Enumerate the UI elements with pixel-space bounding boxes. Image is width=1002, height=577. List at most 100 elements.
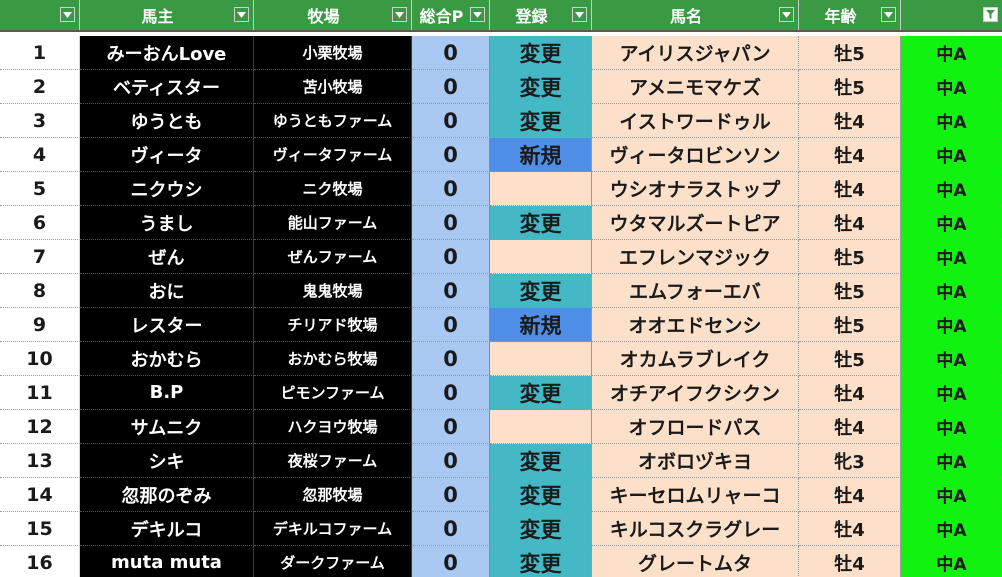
row-number-cell[interactable]: 11 (0, 376, 80, 410)
farm-cell[interactable]: ぜんファーム (254, 240, 412, 274)
row-number-cell[interactable]: 3 (0, 104, 80, 138)
registration-cell[interactable]: 変更 (490, 206, 592, 240)
points-cell[interactable]: 0 (412, 70, 490, 104)
class-cell[interactable]: 中A (901, 240, 1002, 274)
farm-cell[interactable]: 鬼鬼牧場 (254, 274, 412, 308)
age-cell[interactable]: 牡4 (799, 376, 901, 410)
filter-dropdown-icon[interactable] (392, 7, 407, 22)
header-farm[interactable]: 牧場 (254, 0, 412, 30)
points-cell[interactable]: 0 (412, 478, 490, 512)
class-cell[interactable]: 中A (901, 70, 1002, 104)
row-number-cell[interactable]: 12 (0, 410, 80, 444)
horse-name-cell[interactable]: エフレンマジック (592, 240, 799, 274)
filter-dropdown-icon[interactable] (779, 7, 794, 22)
points-cell[interactable]: 0 (412, 512, 490, 546)
header-age[interactable]: 年齢 (799, 0, 901, 30)
points-cell[interactable]: 0 (412, 308, 490, 342)
age-cell[interactable]: 牡4 (799, 478, 901, 512)
points-cell[interactable]: 0 (412, 138, 490, 172)
filter-dropdown-icon[interactable] (881, 7, 896, 22)
row-number-cell[interactable]: 5 (0, 172, 80, 206)
farm-cell[interactable]: ニク牧場 (254, 172, 412, 206)
class-cell[interactable]: 中A (901, 104, 1002, 138)
points-cell[interactable]: 0 (412, 410, 490, 444)
owner-cell[interactable]: サムニク (80, 410, 254, 444)
horse-name-cell[interactable]: ウタマルズートピア (592, 206, 799, 240)
horse-name-cell[interactable]: アイリスジャパン (592, 36, 799, 70)
row-number-cell[interactable]: 14 (0, 478, 80, 512)
farm-cell[interactable]: 苫小牧場 (254, 70, 412, 104)
registration-cell[interactable] (490, 240, 592, 274)
registration-cell[interactable]: 新規 (490, 138, 592, 172)
points-cell[interactable]: 0 (412, 444, 490, 478)
owner-cell[interactable]: ニクウシ (80, 172, 254, 206)
registration-cell[interactable]: 変更 (490, 274, 592, 308)
farm-cell[interactable]: 能山ファーム (254, 206, 412, 240)
row-number-cell[interactable]: 16 (0, 546, 80, 577)
points-cell[interactable]: 0 (412, 36, 490, 70)
registration-cell[interactable]: 変更 (490, 104, 592, 138)
farm-cell[interactable]: ハクヨウ牧場 (254, 410, 412, 444)
filter-dropdown-icon[interactable] (572, 7, 587, 22)
owner-cell[interactable]: みーおんLove (80, 36, 254, 70)
points-cell[interactable]: 0 (412, 104, 490, 138)
row-number-cell[interactable]: 7 (0, 240, 80, 274)
age-cell[interactable]: 牡5 (799, 36, 901, 70)
class-cell[interactable]: 中A (901, 308, 1002, 342)
farm-cell[interactable]: ヴィータファーム (254, 138, 412, 172)
owner-cell[interactable]: レスター (80, 308, 254, 342)
class-cell[interactable]: 中A (901, 444, 1002, 478)
owner-cell[interactable]: muta muta (80, 546, 254, 577)
row-number-cell[interactable]: 6 (0, 206, 80, 240)
points-cell[interactable]: 0 (412, 376, 490, 410)
age-cell[interactable]: 牡4 (799, 172, 901, 206)
farm-cell[interactable]: 小栗牧場 (254, 36, 412, 70)
age-cell[interactable]: 牝3 (799, 444, 901, 478)
owner-cell[interactable]: シキ (80, 444, 254, 478)
row-number-cell[interactable]: 10 (0, 342, 80, 376)
registration-cell[interactable]: 変更 (490, 70, 592, 104)
owner-cell[interactable]: デキルコ (80, 512, 254, 546)
points-cell[interactable]: 0 (412, 546, 490, 577)
filter-dropdown-icon[interactable] (234, 7, 249, 22)
age-cell[interactable]: 牡5 (799, 342, 901, 376)
points-cell[interactable]: 0 (412, 274, 490, 308)
points-cell[interactable]: 0 (412, 342, 490, 376)
horse-name-cell[interactable]: キーセロムリャーコ (592, 478, 799, 512)
horse-name-cell[interactable]: エムフォーエバ (592, 274, 799, 308)
row-number-cell[interactable]: 9 (0, 308, 80, 342)
farm-cell[interactable]: おかむら牧場 (254, 342, 412, 376)
horse-name-cell[interactable]: オボロヅキヨ (592, 444, 799, 478)
class-cell[interactable]: 中A (901, 546, 1002, 577)
horse-name-cell[interactable]: オカムラブレイク (592, 342, 799, 376)
horse-name-cell[interactable]: オオエドセンシ (592, 308, 799, 342)
registration-cell[interactable] (490, 410, 592, 444)
registration-cell[interactable]: 変更 (490, 376, 592, 410)
horse-name-cell[interactable]: キルコスクラグレー (592, 512, 799, 546)
registration-cell[interactable]: 変更 (490, 478, 592, 512)
header-registration[interactable]: 登録 (490, 0, 592, 30)
age-cell[interactable]: 牡4 (799, 410, 901, 444)
farm-cell[interactable]: チリアド牧場 (254, 308, 412, 342)
header-number[interactable] (0, 0, 80, 30)
registration-cell[interactable]: 変更 (490, 512, 592, 546)
age-cell[interactable]: 牡4 (799, 104, 901, 138)
horse-name-cell[interactable]: オチアイフクシクン (592, 376, 799, 410)
horse-name-cell[interactable]: オフロードパス (592, 410, 799, 444)
class-cell[interactable]: 中A (901, 138, 1002, 172)
points-cell[interactable]: 0 (412, 240, 490, 274)
row-number-cell[interactable]: 4 (0, 138, 80, 172)
class-cell[interactable]: 中A (901, 172, 1002, 206)
owner-cell[interactable]: ベティスター (80, 70, 254, 104)
owner-cell[interactable]: 忽那のぞみ (80, 478, 254, 512)
class-cell[interactable]: 中A (901, 410, 1002, 444)
horse-name-cell[interactable]: ウシオナラストップ (592, 172, 799, 206)
age-cell[interactable]: 牡4 (799, 512, 901, 546)
class-cell[interactable]: 中A (901, 274, 1002, 308)
farm-cell[interactable]: ダークファーム (254, 546, 412, 577)
class-cell[interactable]: 中A (901, 376, 1002, 410)
header-horse-name[interactable]: 馬名 (592, 0, 799, 30)
filter-active-icon[interactable] (983, 7, 998, 22)
filter-dropdown-icon[interactable] (60, 7, 75, 22)
registration-cell[interactable] (490, 172, 592, 206)
